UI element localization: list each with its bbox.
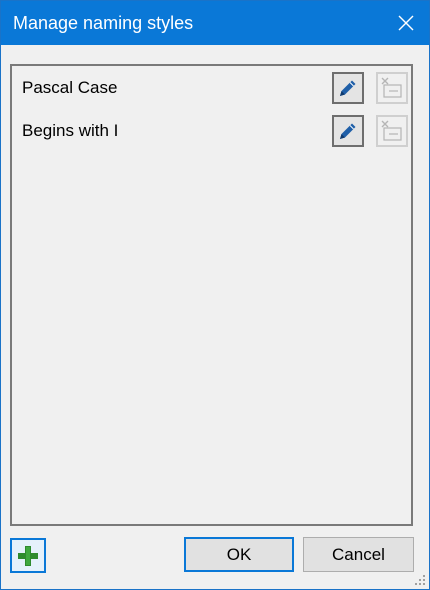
edit-button[interactable] xyxy=(332,115,364,147)
pencil-icon xyxy=(340,123,356,139)
title-bar[interactable]: Manage naming styles xyxy=(1,1,429,45)
naming-styles-list[interactable]: Pascal Case Begins with I xyxy=(10,64,413,526)
resize-grip-icon[interactable] xyxy=(414,574,426,586)
list-item[interactable]: Begins with I xyxy=(12,111,411,151)
remove-item-icon xyxy=(381,120,402,141)
close-button[interactable] xyxy=(383,1,429,45)
edit-button[interactable] xyxy=(332,72,364,104)
close-icon xyxy=(398,15,414,31)
ok-button[interactable]: OK xyxy=(184,537,294,572)
manage-naming-styles-dialog: Manage naming styles Pascal Case Begins … xyxy=(0,0,430,590)
cancel-button[interactable]: Cancel xyxy=(303,537,414,572)
remove-item-icon xyxy=(381,77,402,98)
plus-icon xyxy=(18,545,38,566)
remove-button[interactable] xyxy=(376,115,408,147)
naming-style-label: Begins with I xyxy=(22,121,119,140)
list-item[interactable]: Pascal Case xyxy=(12,68,411,108)
pencil-icon xyxy=(340,80,356,96)
naming-style-label: Pascal Case xyxy=(22,78,118,97)
remove-button[interactable] xyxy=(376,72,408,104)
add-naming-style-button[interactable] xyxy=(10,538,46,573)
dialog-title: Manage naming styles xyxy=(13,13,194,33)
